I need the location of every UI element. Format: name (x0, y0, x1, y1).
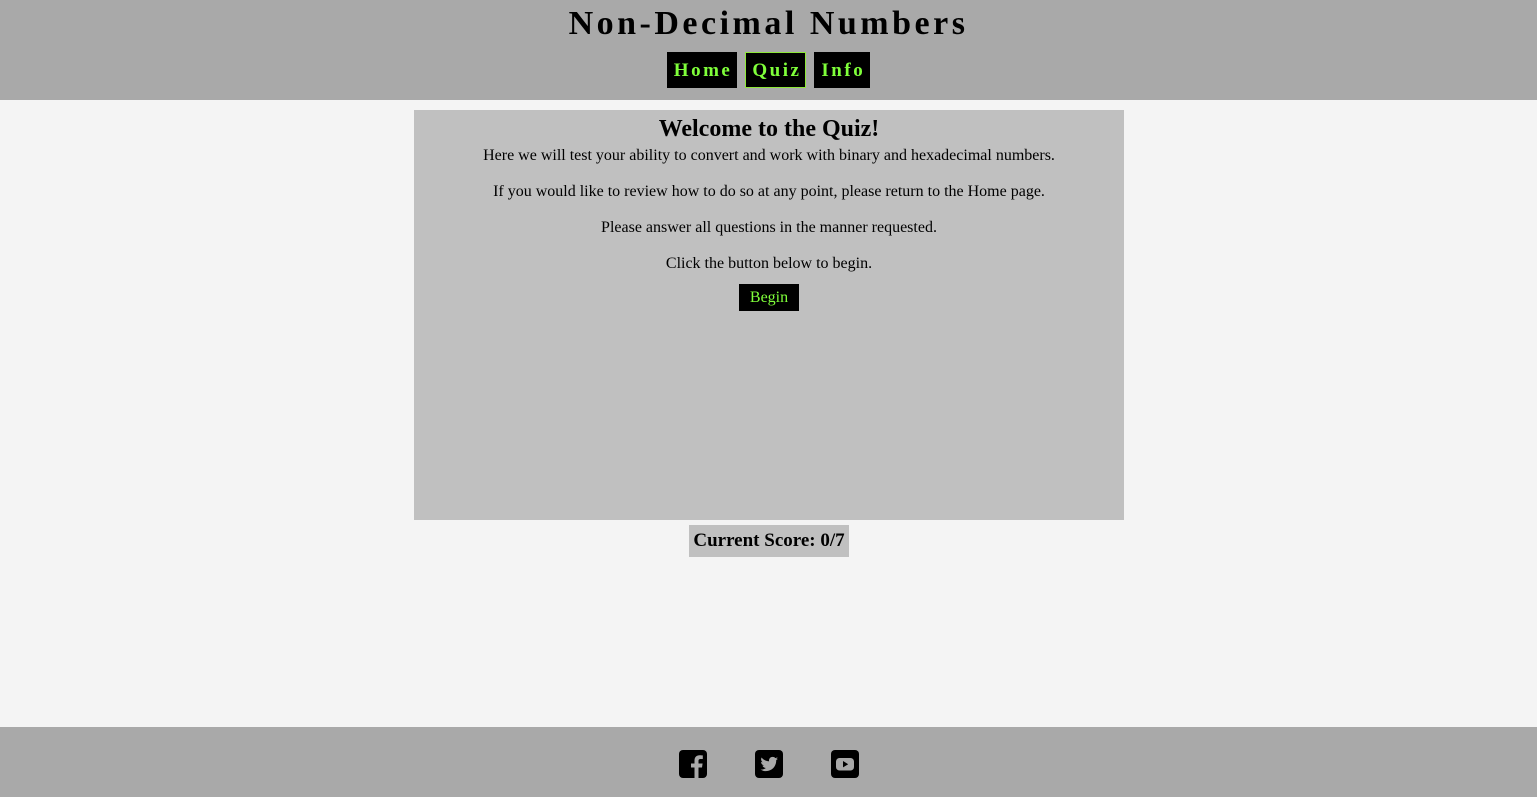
youtube-icon[interactable] (831, 750, 859, 778)
quiz-review-text: If you would like to review how to do so… (493, 183, 1045, 200)
site-header: Non-Decimal Numbers Home Quiz Info (0, 0, 1537, 100)
quiz-begin-prompt: Click the button below to begin. (665, 255, 873, 272)
site-footer (0, 727, 1537, 797)
main-nav: Home Quiz Info (0, 52, 1537, 88)
site-title: Non-Decimal Numbers (568, 5, 969, 42)
quiz-panel: Welcome to the Quiz! Here we will test y… (414, 110, 1124, 520)
quiz-title: Welcome to the Quiz! (658, 116, 880, 142)
quiz-intro-text: Here we will test your ability to conver… (483, 147, 1055, 164)
quiz-instructions-text: Please answer all questions in the manne… (601, 219, 937, 236)
nav-home-link[interactable]: Home (666, 52, 738, 88)
nav-quiz-link[interactable]: Quiz (745, 52, 807, 88)
facebook-icon[interactable] (679, 750, 707, 778)
nav-info-link[interactable]: Info (814, 52, 871, 88)
current-score: Current Score: 0/7 (689, 525, 849, 557)
begin-button[interactable]: Begin (739, 284, 799, 311)
twitter-icon[interactable] (755, 750, 783, 778)
